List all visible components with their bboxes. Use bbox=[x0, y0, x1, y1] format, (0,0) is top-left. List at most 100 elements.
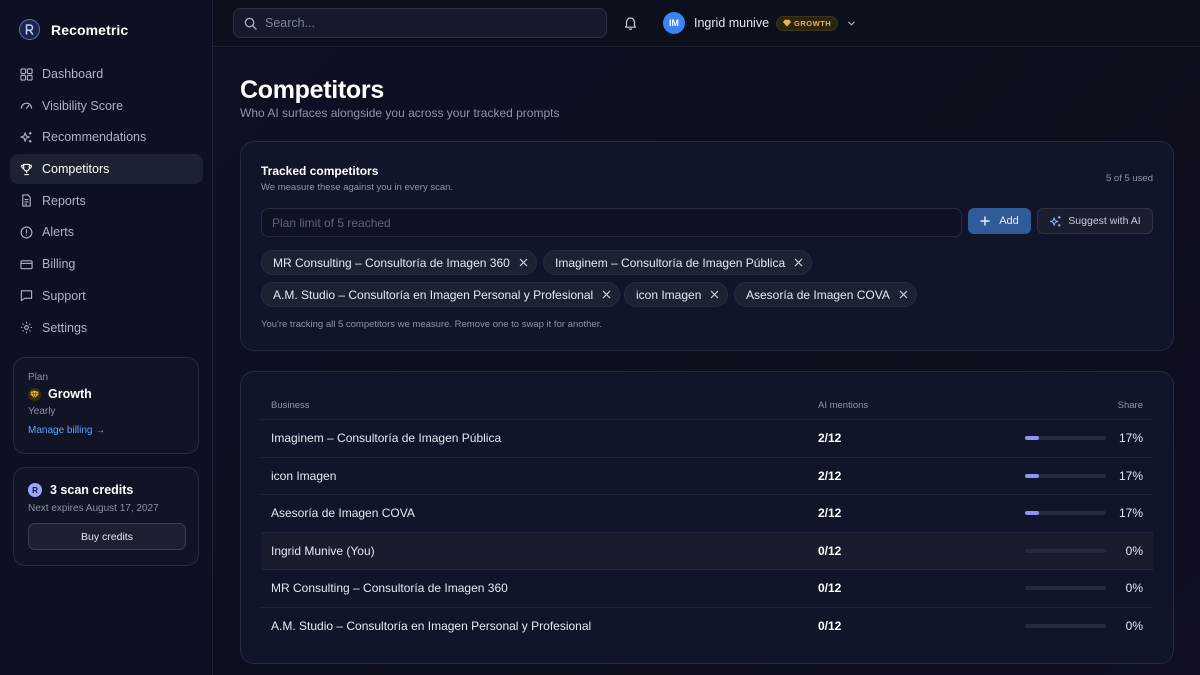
search-input[interactable] bbox=[265, 16, 585, 30]
chat-icon bbox=[20, 290, 33, 302]
competitor-share-table: Business AI mentions Share Imaginem – Co… bbox=[240, 371, 1174, 664]
business-name: MR Consulting – Consultoría de Imagen 36… bbox=[271, 581, 508, 596]
tracked-title: Tracked competitors bbox=[261, 164, 379, 178]
close-icon[interactable] bbox=[710, 290, 719, 299]
tier-badge: GROWTH bbox=[776, 15, 839, 31]
sidebar-item-dashboard[interactable]: Dashboard bbox=[10, 59, 203, 89]
sidebar-item-label: Alerts bbox=[42, 225, 74, 240]
user-menu[interactable]: IM Ingrid munive GROWTH bbox=[663, 12, 856, 34]
manage-billing-link[interactable]: Manage billing → bbox=[28, 425, 105, 436]
gem-icon bbox=[28, 387, 41, 401]
ai-mentions: 0/12 bbox=[818, 543, 842, 558]
plan-card: Plan Growth Yearly Manage billing → bbox=[13, 357, 199, 454]
gear-icon bbox=[20, 321, 33, 334]
credits-expiry: Next expires August 17, 2027 bbox=[28, 503, 159, 514]
sidebar-item-label: Support bbox=[42, 288, 86, 303]
share-percent: 0% bbox=[1125, 543, 1143, 558]
sidebar-item-recommendations[interactable]: Recommendations bbox=[10, 122, 203, 152]
suggest-label: Suggest with AI bbox=[1068, 215, 1141, 227]
tier-label: GROWTH bbox=[794, 18, 832, 28]
close-icon[interactable] bbox=[519, 258, 528, 267]
share-bar bbox=[1025, 623, 1106, 628]
chip-label: MR Consulting – Consultoría de Imagen 36… bbox=[273, 255, 510, 270]
notifications-bell-icon[interactable] bbox=[624, 16, 637, 30]
sidebar-item-label: Recommendations bbox=[42, 130, 147, 145]
user-name: Ingrid munive bbox=[694, 16, 770, 30]
sidebar-item-alerts[interactable]: Alerts bbox=[10, 217, 203, 247]
sidebar-item-visibility-score[interactable]: Visibility Score bbox=[10, 91, 203, 121]
ai-mentions: 2/12 bbox=[818, 431, 842, 446]
sidebar-item-label: Competitors bbox=[42, 162, 110, 177]
search-icon bbox=[244, 17, 257, 30]
column-header-mentions: AI mentions bbox=[818, 400, 869, 411]
share-percent: 17% bbox=[1118, 506, 1143, 521]
ai-mentions: 2/12 bbox=[818, 468, 842, 483]
sidebar-nav: Dashboard Visibility Score Recommendatio… bbox=[10, 59, 203, 344]
share-bar bbox=[1025, 548, 1106, 553]
sidebar-item-label: Visibility Score bbox=[42, 98, 124, 113]
sidebar-item-support[interactable]: Support bbox=[10, 281, 203, 311]
close-icon[interactable] bbox=[602, 290, 611, 299]
gauge-icon bbox=[20, 102, 33, 110]
table-row: Asesoría de Imagen COVA 2/12 17% bbox=[261, 494, 1153, 532]
credit-card-icon bbox=[20, 259, 33, 269]
table-row: MR Consulting – Consultoría de Imagen 36… bbox=[261, 569, 1153, 607]
tracking-note: You're tracking all 5 competitors we mea… bbox=[261, 319, 602, 330]
suggest-with-ai-button[interactable]: Suggest with AI bbox=[1037, 208, 1153, 234]
alert-circle-icon bbox=[20, 226, 33, 239]
chip-label: Imaginem – Consultoría de Imagen Pública bbox=[555, 255, 786, 270]
credits-badge-icon: R bbox=[28, 483, 42, 497]
sidebar-item-competitors[interactable]: Competitors bbox=[10, 154, 203, 185]
sidebar-item-label: Settings bbox=[42, 320, 88, 335]
sparkle-icon bbox=[20, 131, 32, 143]
close-icon[interactable] bbox=[899, 290, 908, 299]
ai-mentions: 0/12 bbox=[818, 581, 842, 596]
business-name: Asesoría de Imagen COVA bbox=[271, 506, 415, 521]
credits-card: R 3 scan credits Next expires August 17,… bbox=[13, 467, 199, 566]
column-header-business: Business bbox=[271, 400, 310, 411]
close-icon[interactable] bbox=[794, 258, 803, 267]
share-bar-fill bbox=[1025, 473, 1039, 478]
topbar: IM Ingrid munive GROWTH bbox=[213, 0, 1200, 47]
page-subtitle: Who AI surfaces alongside you across you… bbox=[240, 106, 560, 120]
business-name: Ingrid Munive (You) bbox=[271, 543, 375, 558]
credits-title: 3 scan credits bbox=[50, 483, 134, 497]
sidebar-item-label: Reports bbox=[42, 193, 86, 208]
sidebar: Recometric Dashboard Visibility Score Re… bbox=[0, 0, 213, 675]
brand[interactable]: Recometric bbox=[19, 19, 128, 40]
brand-name: Recometric bbox=[51, 21, 129, 38]
share-percent: 0% bbox=[1125, 581, 1143, 596]
sidebar-item-reports[interactable]: Reports bbox=[10, 186, 203, 216]
recometric-logo-icon bbox=[19, 19, 40, 40]
competitor-chip: Imaginem – Consultoría de Imagen Pública bbox=[543, 250, 813, 275]
ai-mentions: 0/12 bbox=[818, 618, 842, 633]
chevron-down-icon bbox=[848, 21, 856, 26]
buy-credits-button[interactable]: Buy credits bbox=[28, 523, 186, 550]
chip-label: A.M. Studio – Consultoría en Imagen Pers… bbox=[273, 287, 594, 302]
share-bar-fill bbox=[1025, 436, 1039, 440]
plan-period: Yearly bbox=[28, 406, 56, 417]
plan-name-row: Growth bbox=[28, 387, 184, 401]
sidebar-item-label: Dashboard bbox=[42, 67, 104, 81]
share-bar bbox=[1025, 586, 1106, 590]
business-name: A.M. Studio – Consultoría en Imagen Pers… bbox=[271, 618, 592, 633]
business-name: Imaginem – Consultoría de Imagen Pública bbox=[271, 431, 502, 446]
ai-mentions: 2/12 bbox=[818, 506, 842, 521]
competitor-chip: Asesoría de Imagen COVA bbox=[734, 282, 917, 307]
table-row: Imaginem – Consultoría de Imagen Pública… bbox=[261, 419, 1153, 457]
competitor-input[interactable] bbox=[261, 208, 962, 237]
plus-icon bbox=[980, 216, 990, 226]
column-header-share: Share bbox=[1117, 400, 1143, 411]
grid-icon bbox=[20, 67, 33, 81]
competitor-chip: A.M. Studio – Consultoría en Imagen Pers… bbox=[261, 282, 621, 307]
tracked-competitors-card: Tracked competitors We measure these aga… bbox=[240, 141, 1174, 351]
table-row: icon Imagen 2/12 17% bbox=[261, 456, 1153, 495]
sidebar-item-billing[interactable]: Billing bbox=[10, 249, 203, 279]
add-button[interactable]: Add bbox=[968, 208, 1031, 234]
sidebar-item-settings[interactable]: Settings bbox=[10, 313, 203, 343]
competitor-chip: icon Imagen bbox=[624, 282, 729, 307]
share-percent: 17% bbox=[1118, 468, 1143, 483]
share-percent: 0% bbox=[1125, 618, 1143, 633]
search-box bbox=[233, 8, 607, 38]
table-row: A.M. Studio – Consultoría en Imagen Pers… bbox=[261, 606, 1153, 645]
